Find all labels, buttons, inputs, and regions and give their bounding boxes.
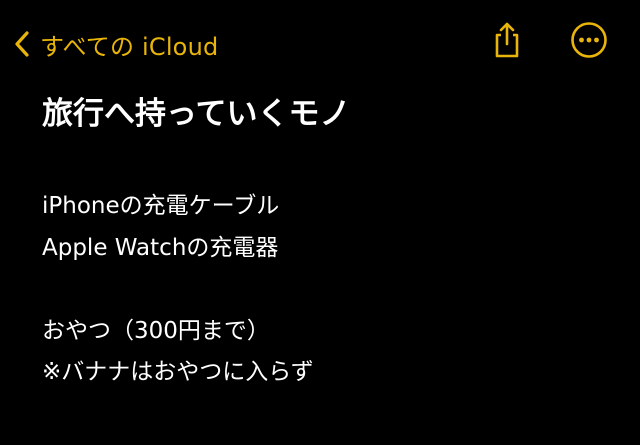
more-ellipsis-icon	[570, 21, 608, 63]
back-button[interactable]: すべての iCloud	[14, 22, 218, 66]
note-line[interactable]: ※バナナはおやつに入らず	[42, 352, 314, 386]
notes-screen: すべての iCloud 旅行へ持っていくモノ iPhoneの充電ケーブル App…	[0, 0, 640, 445]
note-title[interactable]: 旅行へ持っていくモノ	[42, 88, 350, 133]
note-line[interactable]: iPhoneの充電ケーブル	[42, 186, 279, 220]
note-line[interactable]: おやつ（300円まで）	[42, 311, 270, 345]
share-button[interactable]	[485, 20, 529, 64]
navigation-bar: すべての iCloud	[0, 0, 640, 88]
more-button[interactable]	[567, 20, 611, 64]
share-icon	[491, 21, 523, 63]
back-button-label: すべての iCloud	[40, 32, 219, 61]
chevron-left-icon	[14, 30, 30, 58]
note-line[interactable]: Apple Watchの充電器	[42, 228, 278, 262]
